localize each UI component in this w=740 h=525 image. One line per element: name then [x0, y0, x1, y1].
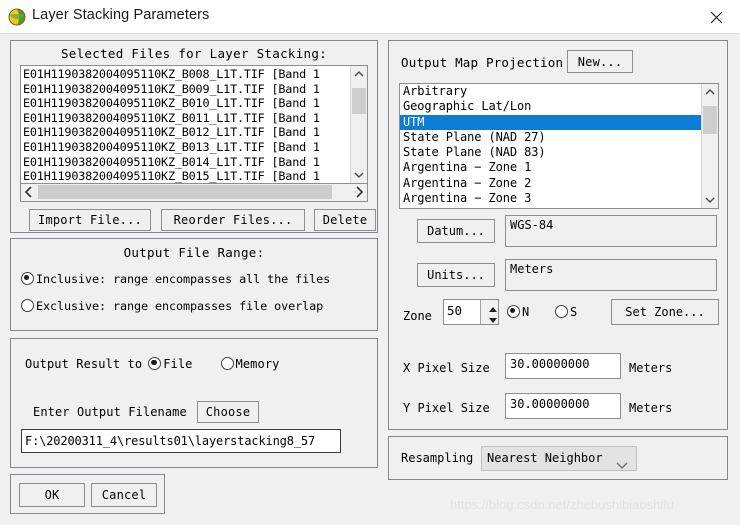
resampling-label: Resampling — [401, 451, 474, 465]
output-file-range-title: Output File Range: — [123, 245, 265, 260]
list-item[interactable]: E01H1190382004095110KZ_B008_L1T.TIF [Ban… — [23, 67, 351, 82]
output-map-projection-label: Output Map Projection — [401, 55, 564, 70]
radio-inclusive-icon[interactable] — [21, 272, 34, 285]
scroll-up-icon[interactable] — [351, 66, 367, 83]
list-item[interactable]: E01H1190382004095110KZ_B013_L1T.TIF [Ban… — [23, 140, 351, 155]
stepper-arrows-icon[interactable] — [480, 300, 498, 324]
list-item[interactable]: E01H1190382004095110KZ_B015_L1T.TIF [Ban… — [23, 169, 351, 183]
radio-file-label: File — [163, 357, 193, 371]
list-item[interactable]: E01H1190382004095110KZ_B012_L1T.TIF [Ban… — [23, 125, 351, 140]
layer-stacking-dialog: Layer Stacking Parameters Selected Files… — [0, 0, 740, 525]
file-list-horizontal-scrollbar[interactable] — [20, 184, 368, 202]
radio-exclusive-icon[interactable] — [21, 299, 34, 312]
radio-north-icon[interactable] — [507, 305, 520, 318]
dialog-actions-panel: OK Cancel — [10, 474, 165, 514]
y-pixel-size-input[interactable]: 30.00000000 — [505, 393, 621, 419]
output-filename-input[interactable]: F:\20200311_4\results01\layerstacking8_5… — [21, 429, 341, 453]
projection-list-rows: Arbitrary Geographic Lat/Lon UTM State P… — [400, 84, 718, 206]
cancel-button[interactable]: Cancel — [91, 483, 157, 507]
list-item[interactable]: State Plane (NAD 27) — [400, 130, 718, 145]
chevron-down-icon[interactable] — [611, 455, 628, 473]
scroll-left-icon[interactable] — [21, 184, 37, 200]
file-list-vertical-scrollbar[interactable] — [350, 66, 367, 183]
output-file-range-panel: Output File Range: Inclusive: range enco… — [10, 238, 378, 331]
output-result-label: Output Result to — [25, 357, 143, 371]
reorder-files-button[interactable]: Reorder Files... — [161, 209, 305, 231]
set-zone-button[interactable]: Set Zone... — [611, 299, 719, 325]
radio-inclusive[interactable]: Inclusive: range encompasses all the fil… — [21, 272, 330, 286]
delete-button[interactable]: Delete — [314, 209, 376, 231]
scrollbar-thumb[interactable] — [352, 88, 366, 114]
import-file-button[interactable]: Import File... — [29, 209, 151, 231]
radio-inclusive-label: Inclusive: range encompasses all the fil… — [36, 272, 331, 286]
radio-file-icon[interactable] — [148, 357, 162, 370]
output-map-projection-panel: Output Map Projection New... Arbitrary G… — [388, 40, 728, 430]
units-button[interactable]: Units... — [417, 263, 495, 287]
choose-button[interactable]: Choose — [197, 401, 259, 423]
radio-south-label: S — [570, 305, 578, 319]
scroll-down-icon[interactable] — [702, 191, 718, 208]
resampling-panel: Resampling Nearest Neighbor — [388, 436, 728, 480]
selected-files-panel: Selected Files for Layer Stacking: E01H1… — [10, 40, 378, 233]
x-pixel-size-label: X Pixel Size — [403, 361, 490, 375]
file-list[interactable]: E01H1190382004095110KZ_B008_L1T.TIF [Ban… — [20, 65, 368, 184]
list-item[interactable]: Arbitrary — [400, 84, 718, 99]
radio-memory-icon[interactable] — [220, 357, 234, 370]
list-item[interactable]: E01H1190382004095110KZ_B011_L1T.TIF [Ban… — [23, 111, 351, 126]
list-item[interactable]: Argentina − Zone 2 — [400, 176, 718, 191]
scroll-down-icon[interactable] — [351, 166, 367, 183]
title-bar: Layer Stacking Parameters — [0, 0, 740, 34]
datum-value: WGS-84 — [505, 215, 717, 247]
watermark: https://blog.csdn.net/zhebushibiaoshifu — [450, 497, 675, 512]
radio-memory[interactable]: Memory — [220, 357, 280, 371]
x-pixel-size-input[interactable]: 30.00000000 — [505, 353, 621, 379]
file-list-rows: E01H1190382004095110KZ_B008_L1T.TIF [Ban… — [21, 66, 351, 183]
datum-button[interactable]: Datum... — [417, 219, 495, 243]
scrollbar-thumb[interactable] — [38, 185, 332, 199]
output-result-row: Output Result to File Memory — [25, 357, 279, 371]
output-filename-value: F:\20200311_4\results01\layerstacking8_5… — [25, 434, 316, 448]
list-item[interactable]: Geographic Lat/Lon — [400, 99, 718, 114]
y-pixel-size-label: Y Pixel Size — [403, 401, 490, 415]
new-projection-button[interactable]: New... — [567, 50, 633, 73]
x-pixel-size-units: Meters — [629, 361, 673, 375]
radio-hemisphere-north[interactable]: N — [507, 305, 529, 319]
window-title: Layer Stacking Parameters — [32, 7, 210, 23]
scrollbar-thumb[interactable] — [703, 106, 717, 134]
scroll-up-icon[interactable] — [702, 84, 718, 101]
radio-exclusive[interactable]: Exclusive: range encompasses file overla… — [21, 299, 323, 313]
list-item[interactable]: E01H1190382004095110KZ_B010_L1T.TIF [Ban… — [23, 96, 351, 111]
list-item-selected[interactable]: UTM — [400, 114, 718, 130]
radio-file[interactable]: File — [148, 357, 192, 371]
y-pixel-size-units: Meters — [629, 401, 673, 415]
units-value: Meters — [505, 259, 717, 291]
list-item[interactable]: Argentina − Zone 3 — [400, 191, 718, 206]
zone-stepper[interactable]: 50 — [443, 299, 499, 325]
radio-north-label: N — [522, 305, 530, 319]
list-item[interactable]: E01H1190382004095110KZ_B009_L1T.TIF [Ban… — [23, 82, 351, 97]
list-item[interactable]: Argentina − Zone 1 — [400, 160, 718, 175]
radio-south-icon[interactable] — [555, 305, 568, 318]
envi-globe-icon — [8, 8, 26, 26]
output-filename-label: Enter Output Filename — [33, 405, 187, 419]
zone-label: Zone — [403, 309, 432, 323]
list-item[interactable]: State Plane (NAD 83) — [400, 145, 718, 160]
ok-button[interactable]: OK — [19, 483, 85, 507]
list-item[interactable]: E01H1190382004095110KZ_B014_L1T.TIF [Ban… — [23, 155, 351, 170]
radio-hemisphere-south[interactable]: S — [555, 305, 577, 319]
selected-files-title: Selected Files for Layer Stacking: — [60, 46, 328, 61]
output-result-panel: Output Result to File Memory Enter Output … — [10, 338, 378, 468]
scroll-right-icon[interactable] — [351, 184, 367, 200]
projection-list-scrollbar[interactable] — [701, 84, 718, 208]
projection-list[interactable]: Arbitrary Geographic Lat/Lon UTM State P… — [399, 83, 719, 209]
radio-memory-label: Memory — [235, 357, 280, 371]
resampling-select[interactable]: Nearest Neighbor — [481, 446, 637, 471]
radio-exclusive-label: Exclusive: range encompasses file overla… — [36, 299, 324, 313]
close-button[interactable] — [694, 0, 740, 33]
